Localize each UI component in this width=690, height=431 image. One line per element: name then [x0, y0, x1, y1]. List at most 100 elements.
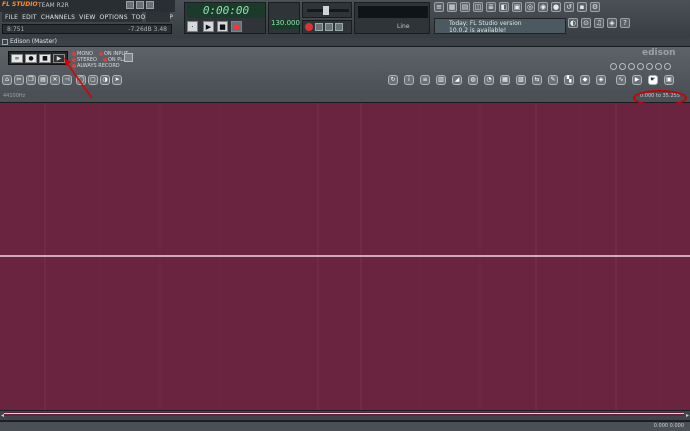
countdown-icon[interactable] — [335, 23, 343, 31]
channel-icon[interactable]: ◧ — [499, 2, 509, 12]
shortcut-icons-2: ◐ ⊙ ♫ ◈ ? — [568, 18, 688, 32]
tool-drag-icon[interactable]: ◑ — [100, 75, 110, 85]
tool-blur-icon[interactable]: ◔ — [484, 75, 494, 85]
zoom-icon-7[interactable] — [664, 63, 671, 70]
annotation-arrow — [64, 58, 93, 99]
edison-tools: ⌂ ✂ ❐ ▤ ✕ ⊣ ◯ ▢ ◑ ➤ ↻ i ≡ ▥ ◢ ◍ ◔ ▦ ▧ ⇆ … — [2, 75, 688, 87]
cpu-icon[interactable]: ▣ — [512, 2, 522, 12]
tool-pencil-icon[interactable]: ✎ — [548, 75, 558, 85]
zoom-icon-4[interactable] — [637, 63, 644, 70]
settings-icon[interactable]: ⚙ — [590, 2, 600, 12]
overview-line — [4, 413, 684, 414]
playlist-icon[interactable]: ≡ — [434, 2, 444, 12]
waveform-view[interactable] — [0, 103, 690, 410]
save-icon[interactable]: ▪ — [577, 2, 587, 12]
tool-normalize-icon[interactable]: ▥ — [436, 75, 446, 85]
stop-button[interactable]: ■ — [39, 54, 51, 63]
plugin-icon[interactable]: ♫ — [594, 18, 604, 28]
tool-paste-icon[interactable]: ▤ — [38, 75, 48, 85]
tool-hand-icon[interactable]: ☛ — [648, 75, 658, 85]
window-menu-icon[interactable] — [2, 39, 8, 45]
wait-icon[interactable] — [325, 23, 333, 31]
status-bar: 0.000 0.000 — [0, 421, 690, 431]
input-select-icon[interactable] — [124, 53, 133, 62]
tool-eq-icon[interactable]: ≡ — [420, 75, 430, 85]
tool-info-icon[interactable]: i — [404, 75, 414, 85]
maximize-icon[interactable] — [136, 1, 144, 9]
tempo-panel: 130.000 — [268, 2, 300, 34]
output-monitor: Line — [354, 2, 430, 34]
song-time[interactable]: 0:00:00 — [187, 4, 265, 18]
zoom-icon-2[interactable] — [619, 63, 626, 70]
tool-playhead-icon[interactable]: ▶ — [632, 75, 642, 85]
edison-panel: ∞ ● ■ ▶ MONO ON INPUT STEREO ON PLAY ALW… — [0, 47, 690, 91]
tool-cut-icon[interactable]: ✂ — [14, 75, 24, 85]
scroll-right-icon[interactable]: ▸ — [686, 412, 689, 419]
master-volume[interactable] — [302, 2, 352, 18]
tool-delete-icon[interactable]: ✕ — [50, 75, 60, 85]
metronome-icon[interactable] — [315, 23, 323, 31]
menu-bar: FILE EDIT CHANNELS VIEW OPTIONS TOOLS HE… — [2, 12, 173, 22]
zoom-controls — [610, 63, 671, 70]
record-button[interactable]: ● — [25, 54, 37, 63]
peak-meter — [358, 6, 428, 18]
record-options — [302, 20, 352, 34]
tool-sine-icon[interactable]: ∿ — [616, 75, 626, 85]
hint-left: 8:751 — [7, 26, 25, 33]
browser-toggle-icon[interactable]: ◈ — [607, 18, 617, 28]
menu-channels[interactable]: CHANNELS — [41, 14, 75, 21]
zoom-icon-3[interactable] — [628, 63, 635, 70]
menu-options[interactable]: OPTIONS — [100, 14, 128, 21]
pattern-song-icon[interactable]: · — [187, 21, 198, 32]
tool-select-icon[interactable]: ▚ — [564, 75, 574, 85]
tempo-tap-icon[interactable]: ◉ — [538, 2, 548, 12]
zoom-icon-6[interactable] — [655, 63, 662, 70]
online-icon[interactable]: ◐ — [568, 18, 578, 28]
tool-denoise-icon[interactable]: ▦ — [500, 75, 510, 85]
tool-reverse-icon[interactable]: ⇆ — [532, 75, 542, 85]
stop-icon[interactable]: ■ — [217, 21, 228, 32]
piano-roll-icon[interactable]: ▤ — [460, 2, 470, 12]
play-icon[interactable]: ▶ — [203, 21, 214, 32]
tool-send-icon[interactable]: ➤ — [112, 75, 122, 85]
waveform-svg — [0, 103, 690, 410]
browser-icon[interactable]: ◫ — [473, 2, 483, 12]
menu-edit[interactable]: EDIT — [22, 14, 37, 21]
edison-titlebar[interactable]: Edison (Master) — [0, 38, 690, 47]
menu-view[interactable]: VIEW — [79, 14, 95, 21]
close-icon[interactable] — [146, 1, 154, 9]
tool-copy-icon[interactable]: ❐ — [26, 75, 36, 85]
tool-loop-icon[interactable]: ↻ — [388, 75, 398, 85]
registered-user: TEAM R2R — [38, 2, 69, 9]
monitor-label: Line — [397, 23, 410, 30]
shortcut-icons: ≡ ▦ ▤ ◫ ≣ ◧ ▣ ◎ ◉ ● ↺ ▪ ⚙ — [434, 2, 690, 16]
step-seq-icon[interactable]: ▦ — [447, 2, 457, 12]
midi-icon[interactable]: ◎ — [525, 2, 535, 12]
volume-slider-knob[interactable] — [323, 6, 329, 15]
zoom-icon-1[interactable] — [610, 63, 617, 70]
record-icon-2[interactable]: ● — [551, 2, 561, 12]
tool-spectrum-icon[interactable]: ▧ — [516, 75, 526, 85]
menu-file[interactable]: FILE — [5, 14, 18, 21]
tool-reverb-icon[interactable]: ◍ — [468, 75, 478, 85]
tool-marker-icon[interactable]: ◆ — [580, 75, 590, 85]
help-icon[interactable]: ? — [620, 18, 630, 28]
mixer-icon[interactable]: ≣ — [486, 2, 496, 12]
tool-save-icon[interactable]: ▣ — [664, 75, 674, 85]
record-mode-icon[interactable] — [305, 23, 313, 31]
snap-icon[interactable]: ⊙ — [581, 18, 591, 28]
tool-menu-icon[interactable]: ⌂ — [2, 75, 12, 85]
loop-button[interactable]: ∞ — [11, 54, 23, 63]
minimize-icon[interactable] — [126, 1, 134, 9]
record-mode-buttons: ∞ ● ■ ▶ — [8, 51, 68, 65]
tempo-display[interactable]: 130.000 — [271, 19, 300, 29]
edison-title: Edison (Master) — [10, 38, 57, 45]
undo-icon[interactable]: ↺ — [564, 2, 574, 12]
tool-fade-icon[interactable]: ◢ — [452, 75, 462, 85]
menu-extra-buttons[interactable] — [146, 12, 170, 22]
record-icon[interactable]: ● — [231, 21, 242, 32]
tool-scope-icon[interactable]: ◈ — [596, 75, 606, 85]
news-panel[interactable]: Today: FL Studio version 10.0.2 is avail… — [434, 18, 566, 34]
edison-logo: edison — [642, 48, 676, 58]
zoom-icon-5[interactable] — [646, 63, 653, 70]
